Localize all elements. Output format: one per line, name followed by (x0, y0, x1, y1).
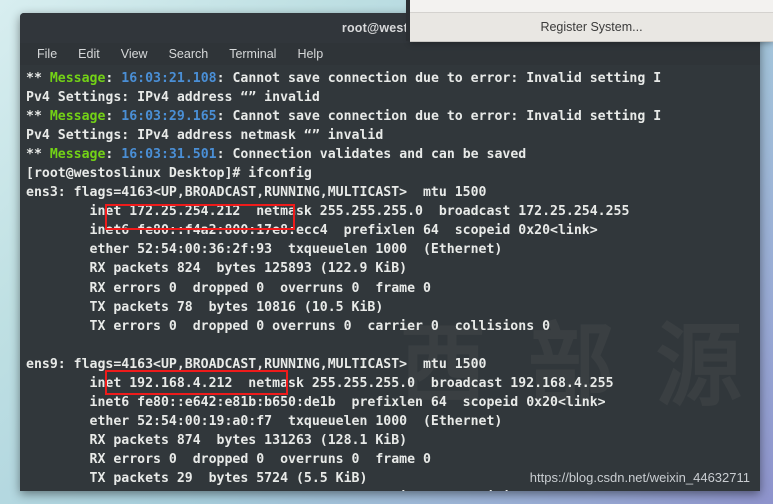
terminal-segment: inet 172.25.254.212 netmask 255.255.255.… (26, 204, 630, 220)
terminal-segment: inet6 fe80::e642:e81b:b650:de1b prefixle… (26, 394, 606, 410)
terminal-line: inet 192.168.4.212 netmask 255.255.255.0… (26, 374, 760, 393)
terminal-segment: : Cannot save connection due to error: I… (216, 71, 662, 86)
menu-item-search[interactable]: Search (166, 46, 212, 62)
terminal-segment: ens3: flags=4163<UP,BROADCAST,RUNNING,MU… (26, 185, 487, 201)
terminal-segment: TX errors 0 dropped 0 overruns 0 carrier… (26, 490, 551, 491)
terminal-segment: 16:03:31.501 (121, 147, 217, 163)
register-system-menu-item[interactable]: Register System... (410, 13, 773, 42)
dialog-top-strip (410, 0, 773, 13)
terminal-line: inet6 fe80::f4a2:800:17e8:ecc4 prefixlen… (26, 221, 760, 240)
register-system-dialog[interactable]: Register System... (406, 0, 773, 42)
terminal-segment: ens9: flags=4163<UP,BROADCAST,RUNNING,MU… (26, 356, 487, 372)
terminal-segment: : (105, 109, 122, 125)
terminal-line: ** Message: 16:03:21.108: Cannot save co… (26, 69, 760, 88)
terminal-segment: RX packets 824 bytes 125893 (122.9 KiB) (26, 261, 408, 277)
terminal-segment: : Connection validates and can be saved (216, 147, 527, 163)
terminal-segment: 16:03:29.165 (121, 109, 217, 125)
terminal-line: ether 52:54:00:19:a0:f7 txqueuelen 1000 … (26, 412, 760, 431)
terminal-segment: Message (49, 147, 106, 163)
terminal-line: ** Message: 16:03:29.165: Cannot save co… (26, 107, 760, 126)
menu-item-view[interactable]: View (118, 46, 151, 62)
dialog-left-edge (406, 0, 410, 41)
register-system-label: Register System... (540, 20, 643, 34)
terminal-segment: ether 52:54:00:19:a0:f7 txqueuelen 1000 … (26, 413, 503, 429)
terminal-segment: : (105, 147, 122, 163)
menu-item-file[interactable]: File (34, 46, 60, 62)
terminal-segment: TX packets 78 bytes 10816 (10.5 KiB) (26, 299, 384, 315)
terminal-segment: ether 52:54:00:36:2f:93 txqueuelen 1000 … (26, 242, 503, 258)
terminal-line: RX packets 824 bytes 125893 (122.9 KiB) (26, 259, 760, 278)
blog-url-watermark: https://blog.csdn.net/weixin_44632711 (529, 470, 750, 485)
terminal-segment: Message (49, 71, 106, 86)
terminal-line: RX errors 0 dropped 0 overruns 0 frame 0 (26, 450, 760, 469)
terminal-line: TX packets 78 bytes 10816 (10.5 KiB) (26, 298, 760, 317)
terminal-text: ** Message: 16:03:21.108: Cannot save co… (26, 69, 760, 491)
terminal-line: ether 52:54:00:36:2f:93 txqueuelen 1000 … (26, 240, 760, 259)
terminal-segment: ** (26, 109, 50, 125)
terminal-segment: ** (26, 71, 50, 86)
terminal-segment: : (105, 71, 122, 86)
menu-item-help[interactable]: Help (294, 46, 326, 62)
terminal-window[interactable]: root@westoslin File Edit View Search Ter… (20, 13, 760, 491)
terminal-segment: RX errors 0 dropped 0 overruns 0 frame 0 (26, 451, 431, 467)
terminal-line: inet 172.25.254.212 netmask 255.255.255.… (26, 202, 760, 221)
terminal-line: Pv4 Settings: IPv4 address “” invalid (26, 88, 760, 107)
terminal-line: ens9: flags=4163<UP,BROADCAST,RUNNING,MU… (26, 355, 760, 374)
menu-item-edit[interactable]: Edit (75, 46, 103, 62)
terminal-line: TX errors 0 dropped 0 overruns 0 carrier… (26, 488, 760, 491)
terminal-segment: ** (26, 147, 50, 163)
terminal-line: [root@westoslinux Desktop]# ifconfig (26, 164, 760, 183)
terminal-segment: 16:03:21.108 (121, 71, 217, 86)
terminal-segment: [root@westoslinux Desktop]# ifconfig (26, 166, 312, 182)
terminal-line: inet6 fe80::e642:e81b:b650:de1b prefixle… (26, 393, 760, 412)
terminal-segment: inet 192.168.4.212 netmask 255.255.255.0… (26, 375, 614, 391)
terminal-segment: RX packets 874 bytes 131263 (128.1 KiB) (26, 432, 408, 448)
terminal-line: ens3: flags=4163<UP,BROADCAST,RUNNING,MU… (26, 183, 760, 202)
terminal-line: TX errors 0 dropped 0 overruns 0 carrier… (26, 317, 760, 336)
terminal-menubar[interactable]: File Edit View Search Terminal Help (20, 43, 760, 66)
terminal-line: RX packets 874 bytes 131263 (128.1 KiB) (26, 431, 760, 450)
terminal-segment: Message (49, 109, 106, 125)
terminal-segment: : Cannot save connection due to error: I… (216, 109, 662, 125)
terminal-line: Pv4 Settings: IPv4 address netmask “” in… (26, 126, 760, 145)
terminal-line: RX errors 0 dropped 0 overruns 0 frame 0 (26, 279, 760, 298)
terminal-segment: TX packets 29 bytes 5724 (5.5 KiB) (26, 470, 368, 486)
terminal-line: ** Message: 16:03:31.501: Connection val… (26, 145, 760, 164)
menu-item-terminal[interactable]: Terminal (226, 46, 279, 62)
terminal-segment: RX errors 0 dropped 0 overruns 0 frame 0 (26, 280, 431, 296)
terminal-segment: inet6 fe80::f4a2:800:17e8:ecc4 prefixlen… (26, 223, 598, 239)
terminal-segment: Pv4 Settings: IPv4 address netmask “” in… (26, 128, 384, 144)
terminal-output-area[interactable]: 西 部 源 ** Message: 16:03:21.108: Cannot s… (20, 65, 760, 491)
terminal-segment: TX errors 0 dropped 0 overruns 0 carrier… (26, 318, 551, 334)
terminal-segment: Pv4 Settings: IPv4 address “” invalid (26, 90, 320, 106)
